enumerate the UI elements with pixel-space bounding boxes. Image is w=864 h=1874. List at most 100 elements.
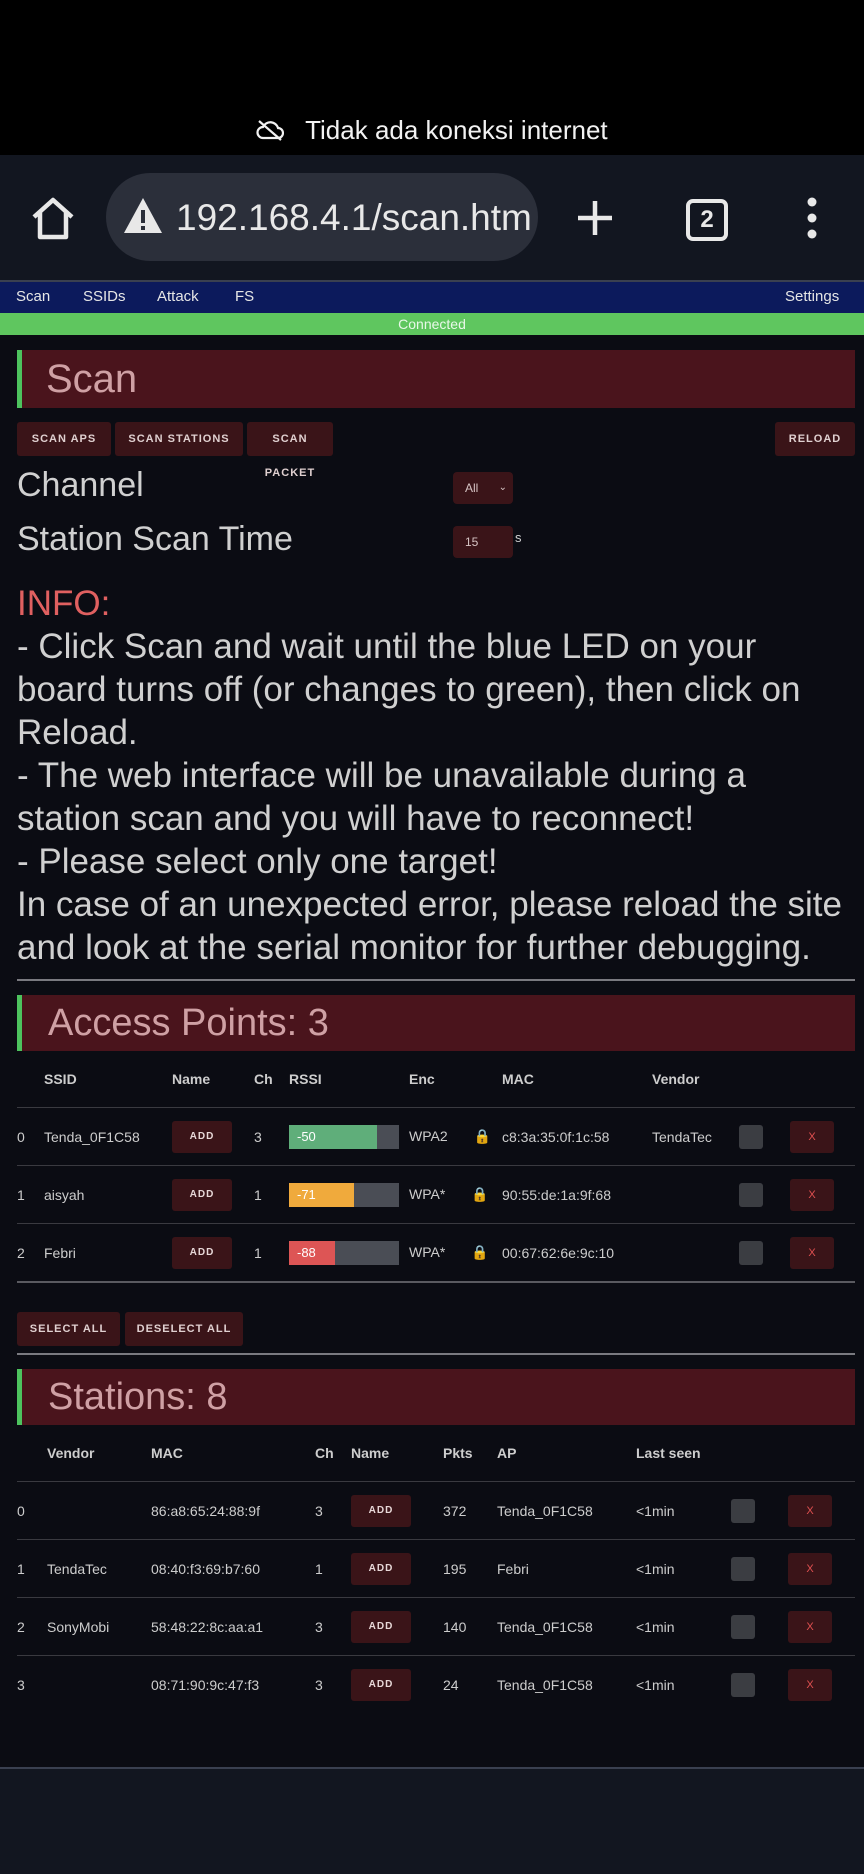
mac-cell: 58:48:22:8c:aa:a1 [151, 1597, 315, 1656]
select-checkbox[interactable] [739, 1240, 763, 1265]
add-button[interactable]: ADD [172, 1120, 232, 1153]
col-enc: Enc [409, 1071, 435, 1087]
add-button[interactable]: ADD [351, 1610, 411, 1643]
vendor-cell [652, 1223, 739, 1281]
select-checkbox[interactable] [739, 1124, 763, 1149]
row-index: 2 [17, 1597, 47, 1656]
vendor-cell [47, 1481, 151, 1540]
add-button[interactable]: ADD [351, 1552, 411, 1585]
pkts-cell: 195 [443, 1539, 497, 1598]
add-button[interactable]: ADD [351, 1494, 411, 1527]
remove-button[interactable]: X [788, 1668, 832, 1701]
last-seen-cell: <1min [636, 1539, 731, 1598]
select-all-button[interactable]: SELECT ALL [17, 1312, 120, 1346]
warning-icon[interactable] [122, 195, 164, 237]
name-cell: ADD [351, 1655, 443, 1713]
checkbox-cell [731, 1539, 788, 1598]
scan-packet-button[interactable]: SCAN PACKET [247, 422, 333, 479]
select-checkbox[interactable] [739, 1182, 763, 1207]
pkts-cell: 24 [443, 1655, 497, 1713]
stations-title: Stations: 8 [17, 1369, 855, 1425]
remove-button[interactable]: X [788, 1494, 832, 1527]
nav-ssids[interactable]: SSIDs [83, 288, 126, 305]
stations-table: Vendor MAC Ch Name Pkts AP Last seen 0 86… [17, 1425, 855, 1713]
col-ch: Ch [254, 1071, 273, 1087]
new-tab-icon[interactable] [570, 193, 620, 243]
top-nav: Scan SSIDs Attack FS Settings [0, 282, 864, 313]
info-title: INFO: [17, 584, 111, 623]
table-header-row: SSID Name Ch RSSI Enc MAC Vendor [17, 1051, 855, 1108]
lock-icon: 🔒 [471, 1244, 489, 1260]
table-row: 0 86:a8:65:24:88:9f 3 ADD 372 Tenda_0F1C58 <1m… [17, 1481, 855, 1540]
tab-switcher-button[interactable]: 2 [686, 199, 728, 241]
info-box: INFO: - Click Scan and wait until the bl… [17, 582, 855, 969]
url-text[interactable]: 192.168.4.1/scan.htm [176, 197, 532, 239]
last-seen-cell: <1min [636, 1597, 731, 1656]
ap-cell: Tenda_0F1C58 [497, 1655, 636, 1713]
enc-text: WPA* [409, 1186, 446, 1202]
scan-buttons: SCAN APS SCAN STATIONS SCAN PACKET RELOA… [17, 422, 855, 479]
reload-button[interactable]: RELOAD [775, 422, 855, 456]
station-scan-time-unit: s [515, 530, 522, 545]
select-checkbox[interactable] [731, 1672, 755, 1697]
checkbox-cell [731, 1597, 788, 1656]
col-mac: MAC [502, 1071, 534, 1087]
select-checkbox[interactable] [731, 1614, 755, 1639]
channel-select[interactable]: All ⌄ [453, 472, 513, 504]
web-page: Scan SSIDs Attack FS Settings Connected … [0, 282, 864, 1767]
row-index: 0 [17, 1481, 47, 1540]
col-ssid: SSID [44, 1071, 77, 1087]
table-row: 2 Febri ADD 1 -88 WPA* 🔒 00:67:62:6e:9c:10 X [17, 1223, 855, 1281]
home-icon[interactable] [28, 193, 78, 243]
enc-cell: WPA* 🔒 [409, 1223, 502, 1281]
name-cell: ADD [172, 1107, 254, 1166]
divider [17, 1281, 855, 1283]
address-bar[interactable]: 192.168.4.1/scan.htm [106, 173, 538, 261]
add-button[interactable]: ADD [172, 1236, 232, 1269]
mac-cell: 90:55:de:1a:9f:68 [502, 1165, 652, 1224]
mac-cell: 08:40:f3:69:b7:60 [151, 1539, 315, 1598]
rssi-bar: -50 [289, 1124, 399, 1149]
deselect-all-button[interactable]: DESELECT ALL [125, 1312, 243, 1346]
scan-aps-button[interactable]: SCAN APS [17, 422, 111, 456]
enc-cell: WPA* 🔒 [409, 1165, 502, 1224]
remove-button[interactable]: X [790, 1236, 834, 1269]
enc-value: WPA* 🔒 [409, 1186, 489, 1202]
channel-cell: 3 [315, 1655, 351, 1713]
remove-button[interactable]: X [790, 1178, 834, 1211]
channel-cell: 1 [315, 1539, 351, 1598]
rssi-value: -50 [297, 1128, 316, 1144]
add-button[interactable]: ADD [351, 1668, 411, 1701]
enc-value: WPA* 🔒 [409, 1244, 489, 1260]
nav-settings[interactable]: Settings [785, 288, 839, 305]
station-scan-time-input[interactable]: 15 [453, 526, 513, 558]
more-vert-icon[interactable] [800, 193, 824, 243]
select-checkbox[interactable] [731, 1556, 755, 1581]
select-checkbox[interactable] [731, 1498, 755, 1523]
remove-cell: X [790, 1165, 855, 1224]
col-ch: Ch [315, 1445, 334, 1461]
row-index: 0 [17, 1107, 44, 1166]
name-cell: ADD [172, 1223, 254, 1281]
remove-button[interactable]: X [790, 1120, 834, 1153]
mac-cell: 86:a8:65:24:88:9f [151, 1481, 315, 1540]
nav-scan[interactable]: Scan [16, 288, 50, 305]
col-name: Name [172, 1071, 211, 1087]
remove-button[interactable]: X [788, 1552, 832, 1585]
scan-stations-button[interactable]: SCAN STATIONS [115, 422, 243, 456]
remove-button[interactable]: X [788, 1610, 832, 1643]
channel-cell: 1 [254, 1165, 289, 1224]
remove-cell: X [790, 1107, 855, 1166]
main-content: Scan SCAN APS SCAN STATIONS SCAN PACKET … [17, 335, 855, 1713]
rssi-cell: -71 [289, 1165, 409, 1224]
lock-icon: 🔒 [471, 1186, 489, 1202]
offline-text: Tidak ada koneksi internet [305, 115, 608, 145]
nav-attack[interactable]: Attack [157, 288, 199, 305]
add-button[interactable]: ADD [172, 1178, 232, 1211]
system-status-bar: Tidak ada koneksi internet [0, 0, 864, 155]
checkbox-cell [731, 1481, 788, 1540]
nav-fs[interactable]: FS [235, 288, 254, 305]
row-index: 3 [17, 1655, 47, 1713]
remove-cell: X [788, 1655, 855, 1713]
remove-cell: X [788, 1597, 855, 1656]
